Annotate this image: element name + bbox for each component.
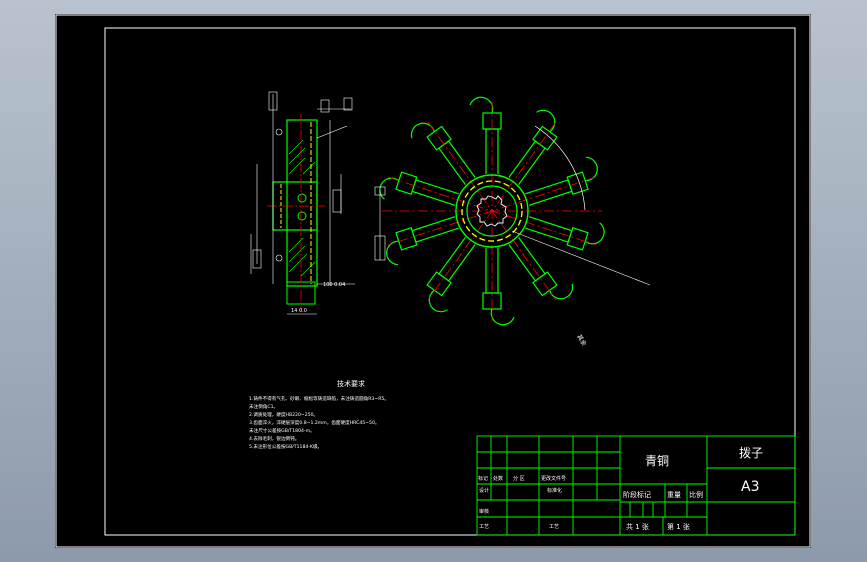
notes-heading: 技术要求 bbox=[337, 379, 365, 388]
label-weight: 重量 bbox=[667, 491, 681, 499]
cad-drawing: 100 0.04 14 0.0 其余 技术要求 1.铸件不得有气孔、砂眼、缩松等… bbox=[55, 14, 811, 548]
note-line: 未注倒角C1。 bbox=[249, 403, 278, 410]
note-line: 4.去除毛刺，锐边倒钝。 bbox=[249, 435, 299, 442]
svg-text:100 0.04: 100 0.04 bbox=[323, 282, 345, 288]
svg-text:其余: 其余 bbox=[575, 333, 588, 347]
outer-border bbox=[55, 14, 811, 548]
svg-text:14 0.0: 14 0.0 bbox=[291, 308, 307, 314]
title-block-text: 青铜 拨子 A3 标记 处数 分 区 更改文件号 设计 标准化 审核 工艺 工艺… bbox=[478, 446, 763, 531]
note-line: 3.齿面淬火，淬硬层深度0.8~1.2mm，齿面硬度HRC45~50。 bbox=[249, 419, 379, 426]
label-total-sheets: 共 1 张 bbox=[626, 522, 649, 531]
note-line: 5.未注形位公差按GB/T1184-K级。 bbox=[249, 443, 322, 450]
label-zone: 分 区 bbox=[513, 475, 525, 482]
sheet-size-text: A3 bbox=[741, 479, 759, 495]
note-line: 1.铸件不得有气孔、砂眼、缩松等铸造缺陷，未注铸造圆角R3~R5。 bbox=[249, 395, 389, 402]
label-process-2: 工艺 bbox=[549, 524, 559, 530]
drawing-sheet: 100 0.04 14 0.0 其余 技术要求 1.铸件不得有气孔、砂眼、缩松等… bbox=[55, 14, 811, 548]
technical-notes: 技术要求 1.铸件不得有气孔、砂眼、缩松等铸造缺陷，未注铸造圆角R3~R5。 未… bbox=[249, 379, 389, 450]
label-design: 设计 bbox=[479, 487, 489, 494]
label-change-doc: 更改文件号 bbox=[541, 475, 566, 482]
part-name-text: 拨子 bbox=[739, 446, 763, 460]
label-check: 审核 bbox=[479, 508, 489, 515]
section-view: 100 0.04 14 0.0 bbox=[250, 91, 355, 315]
note-line: 2.调质处理，硬度HB220~250。 bbox=[249, 411, 318, 418]
label-sheet-no: 第 1 张 bbox=[667, 522, 690, 531]
label-quantity: 处数 bbox=[493, 475, 503, 482]
label-scale: 比例 bbox=[689, 490, 703, 499]
label-standardization: 标准化 bbox=[547, 487, 562, 494]
label-stage-mark: 阶段标记 bbox=[623, 490, 651, 499]
front-view: 其余 bbox=[374, 96, 651, 347]
label-process: 工艺 bbox=[479, 524, 489, 530]
label-marking: 标记 bbox=[478, 475, 488, 482]
material-text: 青铜 bbox=[645, 453, 669, 468]
note-line: 未注尺寸公差按GB/T1804-m。 bbox=[249, 427, 315, 434]
